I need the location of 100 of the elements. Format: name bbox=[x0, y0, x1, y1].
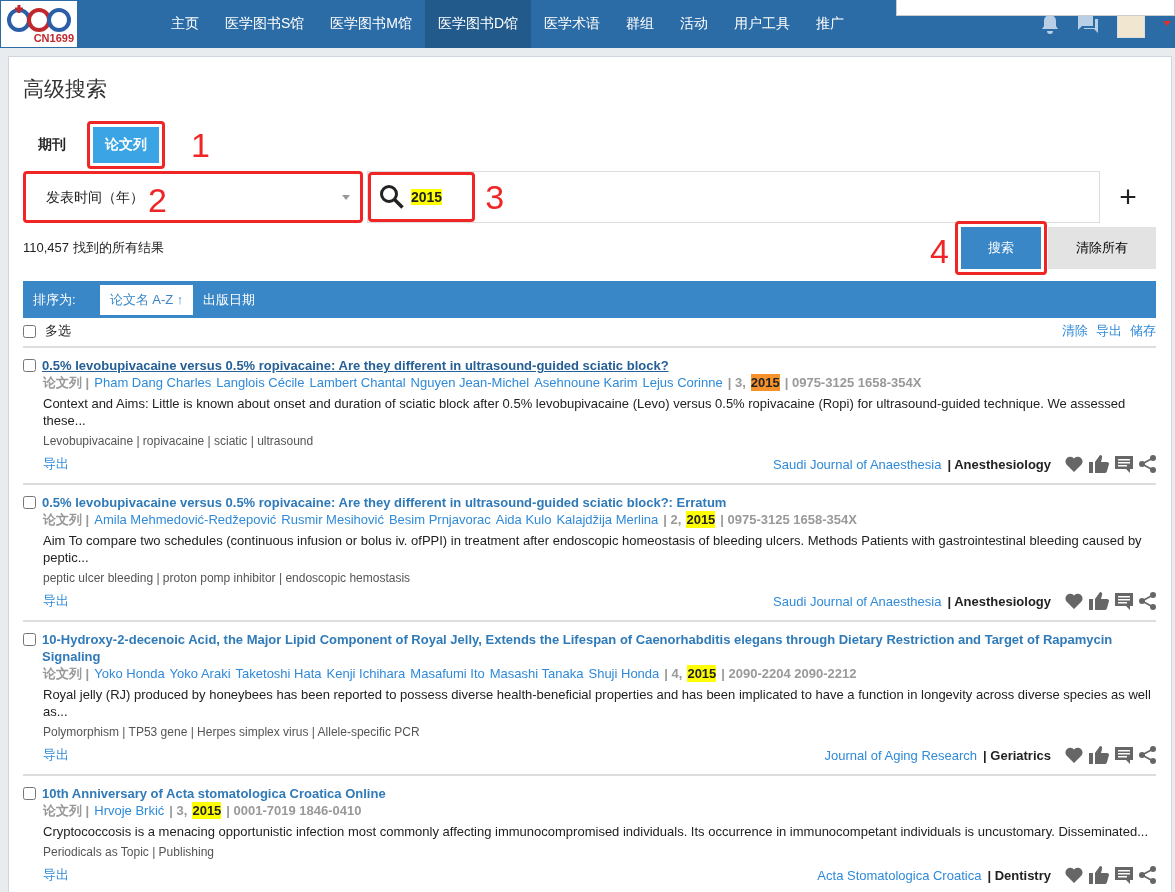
comment-icon[interactable] bbox=[1115, 592, 1133, 610]
author-link[interactable]: Yoko Araki bbox=[169, 665, 231, 682]
annotation-number: 2 bbox=[148, 183, 167, 217]
journal-link[interactable]: Saudi Journal of Anaesthesia bbox=[773, 593, 942, 609]
checkbox[interactable] bbox=[23, 324, 36, 338]
journal-link[interactable]: Acta Stomatologica Croatica bbox=[817, 867, 982, 883]
comment-icon[interactable] bbox=[1115, 746, 1133, 764]
heart-icon[interactable] bbox=[1065, 747, 1083, 763]
logo-text: CN1699 bbox=[33, 32, 74, 44]
share-icon[interactable] bbox=[1139, 455, 1156, 473]
nav-link[interactable]: 主页 bbox=[158, 0, 212, 48]
keywords-text: Levobupivacaine | ropivacaine | sciatic | ultrasound bbox=[43, 433, 315, 450]
issue-number: | 4, bbox=[664, 665, 683, 682]
author-link[interactable]: Besim Prnjavorac bbox=[388, 511, 491, 528]
abstract-text: Royal jelly (RJ) produced by honeybees has been reported to possess diverse health-beneficial properties and has been implicated to have a function in longevity across diverse species as well as... bbox=[43, 686, 1152, 720]
export-link[interactable]: 导出 bbox=[43, 866, 69, 884]
search-term: 2015 bbox=[411, 189, 443, 205]
issue-number: | 3, bbox=[727, 374, 746, 391]
author-link[interactable]: Aida Kulo bbox=[495, 511, 552, 528]
thumbs-up-icon[interactable] bbox=[1089, 746, 1109, 764]
list-action-link[interactable]: 储存 bbox=[1130, 322, 1156, 340]
issue-number: | 3, bbox=[169, 802, 188, 819]
page-title: 高级搜索 bbox=[23, 76, 108, 102]
caret-icon[interactable] bbox=[342, 194, 350, 200]
author-link[interactable]: Yoko Honda bbox=[94, 665, 165, 682]
author-link[interactable]: Masashi Tanaka bbox=[489, 665, 584, 682]
author-link[interactable]: Hrvoje Brkić bbox=[94, 802, 165, 819]
article-title-link[interactable]: 0.5% levobupivacaine versus 0.5% ropivacaine: Are they different in ultrasound-guided sciatic block? bbox=[42, 357, 669, 374]
article-title-link[interactable]: 10-Hydroxy-2-decenoic Acid, the Major Lipid Component of Royal Jelly, Extends the Lifespan of Caenorhabditis elegans through Dietary Restriction and Target of Rapamycin Signaling bbox=[42, 631, 1156, 665]
heart-icon[interactable] bbox=[1065, 867, 1083, 883]
author-link[interactable]: Asehnoune Karim bbox=[534, 374, 638, 391]
share-icon[interactable] bbox=[1139, 746, 1156, 764]
author-link[interactable]: Lambert Chantal bbox=[309, 374, 406, 391]
list-action-link[interactable]: 清除 bbox=[1062, 322, 1088, 340]
nav-link[interactable]: 用户工具 bbox=[721, 0, 804, 48]
author-link[interactable]: Kenji Ichihara bbox=[326, 665, 406, 682]
nav-link[interactable]: 推广 bbox=[803, 0, 858, 48]
article-type: 论文列 | bbox=[43, 374, 90, 391]
article-type: 论文列 | bbox=[43, 665, 90, 682]
year-highlight: 2015 bbox=[687, 665, 717, 682]
comment-icon[interactable] bbox=[1115, 866, 1133, 884]
add-row-button[interactable]: + bbox=[1100, 179, 1156, 215]
nav-link[interactable]: 医学图书M馆 bbox=[317, 0, 425, 48]
bell-icon[interactable] bbox=[1041, 14, 1059, 34]
article-title-link[interactable]: 0.5% levobupivacaine versus 0.5% ropivacaine: Are they different in ultrasound-guided sciatic block?: Erratum bbox=[42, 494, 727, 511]
heart-icon[interactable] bbox=[1065, 456, 1083, 472]
nav-link[interactable]: 医学图书S馆 bbox=[212, 0, 318, 48]
category-text: | Anesthesiology bbox=[947, 593, 1051, 609]
thumbs-up-icon[interactable] bbox=[1089, 455, 1109, 473]
annotation-number: 4 bbox=[930, 234, 949, 268]
checkbox[interactable] bbox=[23, 787, 36, 800]
nav-link[interactable]: 活动 bbox=[667, 0, 722, 48]
journal-link[interactable]: Saudi Journal of Anaesthesia bbox=[773, 456, 942, 472]
clear-all-button[interactable]: 清除所有 bbox=[1048, 227, 1156, 269]
author-link[interactable]: Langlois Cécile bbox=[216, 374, 305, 391]
export-link[interactable]: 导出 bbox=[43, 746, 69, 764]
checkbox[interactable] bbox=[23, 496, 36, 509]
sort-label: 排序为: bbox=[33, 290, 76, 309]
tab[interactable]: 论文列 bbox=[93, 127, 159, 163]
list-action-link[interactable]: 导出 bbox=[1096, 322, 1122, 340]
issn-text: | 0975-3125 1658-354X bbox=[720, 511, 857, 528]
share-icon[interactable] bbox=[1139, 592, 1156, 610]
issue-number: | 2, bbox=[663, 511, 682, 528]
sort-option[interactable]: 出版日期 bbox=[193, 284, 266, 315]
nav-link[interactable]: 群组 bbox=[613, 0, 668, 48]
chat-icon[interactable] bbox=[1077, 14, 1099, 34]
export-link[interactable]: 导出 bbox=[43, 592, 69, 610]
checkbox[interactable] bbox=[23, 633, 36, 646]
keywords-text: Polymorphism | TP53 gene | Herpes simplex virus | Allele-specific PCR bbox=[43, 724, 421, 741]
author-link[interactable]: Lejus Corinne bbox=[642, 374, 723, 391]
author-link[interactable]: Nguyen Jean-Michel bbox=[410, 374, 530, 391]
result-count: 110,457 找到的所有结果 bbox=[23, 239, 164, 257]
author-link[interactable]: Amila Mehmedović-Redžepović bbox=[94, 511, 277, 528]
author-link[interactable]: Pham Dang Charles bbox=[94, 374, 212, 391]
tab[interactable]: 期刊 bbox=[26, 127, 78, 163]
comment-icon[interactable] bbox=[1115, 455, 1133, 473]
author-link[interactable]: Taketoshi Hata bbox=[235, 665, 322, 682]
article-title-link[interactable]: 10th Anniversary of Acta stomatologica Croatica Online bbox=[42, 785, 386, 802]
author-link[interactable]: Masafumi Ito bbox=[410, 665, 485, 682]
nav-link[interactable]: 医学术语 bbox=[531, 0, 614, 48]
search-field[interactable]: 2015 3 bbox=[367, 171, 1100, 223]
year-highlight: 2015 bbox=[686, 511, 716, 528]
search-icon bbox=[379, 184, 405, 210]
thumbs-up-icon[interactable] bbox=[1089, 592, 1109, 610]
nav-link[interactable]: 医学图书D馆 bbox=[425, 0, 532, 48]
author-link[interactable]: Shuji Honda bbox=[588, 665, 660, 682]
share-icon[interactable] bbox=[1139, 866, 1156, 884]
site-logo[interactable]: CN1699 bbox=[1, 1, 77, 47]
journal-link[interactable]: Journal of Aging Research bbox=[824, 747, 978, 763]
checkbox[interactable] bbox=[23, 359, 36, 372]
article-type: 论文列 | bbox=[43, 511, 90, 528]
export-link[interactable]: 导出 bbox=[43, 455, 69, 473]
heart-icon[interactable] bbox=[1065, 593, 1083, 609]
thumbs-up-icon[interactable] bbox=[1089, 866, 1109, 884]
abstract-text: Aim To compare two schedules (continuous infusion or bolus iv. ofPPI) in treatment after endoscopic homeostasis of bleeding ulcers. Methods Patients with gastrointestinal bleeding caused by peptic... bbox=[43, 532, 1143, 566]
search-button[interactable]: 搜索 bbox=[961, 227, 1041, 269]
field-dropdown[interactable]: 发表时间（年） bbox=[26, 175, 148, 219]
author-link[interactable]: Rusmir Mesihović bbox=[281, 511, 384, 528]
sort-option[interactable]: 论文名 A-Z ↑ bbox=[99, 284, 194, 315]
author-link[interactable]: Kalajdžija Merlina bbox=[556, 511, 659, 528]
